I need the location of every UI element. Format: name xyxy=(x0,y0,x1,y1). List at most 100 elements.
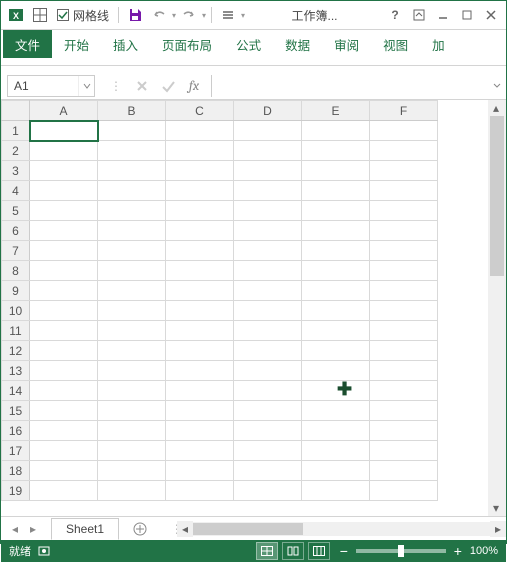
row-header[interactable]: 2 xyxy=(2,141,30,161)
cell[interactable] xyxy=(30,321,98,341)
row-header[interactable]: 4 xyxy=(2,181,30,201)
cell[interactable] xyxy=(302,321,370,341)
cell[interactable] xyxy=(370,421,438,441)
row-header[interactable]: 10 xyxy=(2,301,30,321)
row-header[interactable]: 11 xyxy=(2,321,30,341)
col-header[interactable]: A xyxy=(30,101,98,121)
enter-icon[interactable] xyxy=(157,75,179,97)
cell[interactable] xyxy=(166,221,234,241)
cell[interactable] xyxy=(98,461,166,481)
scroll-thumb[interactable] xyxy=(490,116,504,276)
cell[interactable] xyxy=(30,281,98,301)
cell[interactable] xyxy=(302,341,370,361)
cell[interactable] xyxy=(98,421,166,441)
sheet-tab[interactable]: Sheet1 xyxy=(51,518,119,540)
fx-button[interactable]: fx xyxy=(183,75,205,97)
scroll-track[interactable] xyxy=(193,522,490,536)
cell[interactable] xyxy=(30,301,98,321)
gridlines-checkbox[interactable]: 网格线 xyxy=(53,7,113,24)
cell[interactable] xyxy=(30,201,98,221)
cell[interactable] xyxy=(166,481,234,501)
cell[interactable] xyxy=(166,201,234,221)
tab-home[interactable]: 开始 xyxy=(52,30,101,58)
save-button[interactable] xyxy=(124,4,146,26)
cell[interactable] xyxy=(30,401,98,421)
cell[interactable] xyxy=(166,261,234,281)
help-button[interactable]: ? xyxy=(384,4,406,26)
cell[interactable] xyxy=(302,401,370,421)
scroll-thumb[interactable] xyxy=(193,523,303,535)
dots-icon[interactable]: ⋮ xyxy=(105,75,127,97)
cell[interactable] xyxy=(234,321,302,341)
spreadsheet-grid[interactable]: A B C D E F 1 2 3 4 5 6 7 8 9 10 11 12 1… xyxy=(1,100,438,501)
zoom-level[interactable]: 100% xyxy=(470,545,498,557)
zoom-thumb[interactable] xyxy=(398,545,404,557)
cell[interactable] xyxy=(370,321,438,341)
cell[interactable] xyxy=(234,481,302,501)
sheet-nav-prev[interactable]: ◂ xyxy=(7,521,23,537)
cell[interactable] xyxy=(302,121,370,141)
cell[interactable] xyxy=(30,421,98,441)
cancel-icon[interactable] xyxy=(131,75,153,97)
name-box-dropdown[interactable] xyxy=(78,76,94,96)
cell[interactable] xyxy=(302,161,370,181)
row-header[interactable]: 1 xyxy=(2,121,30,141)
cell[interactable] xyxy=(30,141,98,161)
row-header[interactable]: 8 xyxy=(2,261,30,281)
row-header[interactable]: 17 xyxy=(2,441,30,461)
cell[interactable] xyxy=(98,121,166,141)
excel-icon[interactable]: X xyxy=(5,4,27,26)
maximize-button[interactable] xyxy=(456,4,478,26)
cell[interactable] xyxy=(234,141,302,161)
row-header[interactable]: 18 xyxy=(2,461,30,481)
cell[interactable] xyxy=(234,401,302,421)
tab-view[interactable]: 视图 xyxy=(371,30,420,58)
cell[interactable] xyxy=(234,441,302,461)
cell[interactable] xyxy=(30,441,98,461)
col-header[interactable]: B xyxy=(98,101,166,121)
cell[interactable] xyxy=(370,461,438,481)
cell[interactable] xyxy=(166,281,234,301)
cell[interactable] xyxy=(166,141,234,161)
row-header[interactable]: 3 xyxy=(2,161,30,181)
cell[interactable] xyxy=(30,481,98,501)
scroll-up-button[interactable]: ▴ xyxy=(488,100,504,116)
cell[interactable] xyxy=(166,121,234,141)
tab-review[interactable]: 审阅 xyxy=(322,30,371,58)
cell[interactable] xyxy=(370,161,438,181)
zoom-out-button[interactable]: − xyxy=(338,543,350,559)
cell[interactable] xyxy=(30,181,98,201)
cell[interactable] xyxy=(370,301,438,321)
cell[interactable] xyxy=(30,341,98,361)
sheet-nav-next[interactable]: ▸ xyxy=(25,521,41,537)
cell[interactable] xyxy=(370,341,438,361)
cell[interactable] xyxy=(30,361,98,381)
normal-view-button[interactable] xyxy=(256,542,278,560)
cell[interactable] xyxy=(30,161,98,181)
new-sheet-button[interactable] xyxy=(129,518,151,540)
cell[interactable] xyxy=(166,321,234,341)
cell[interactable] xyxy=(370,241,438,261)
cell[interactable] xyxy=(302,221,370,241)
cell[interactable] xyxy=(234,301,302,321)
formula-input[interactable] xyxy=(211,75,488,97)
redo-button[interactable] xyxy=(178,4,200,26)
cell[interactable] xyxy=(30,121,98,141)
cell[interactable] xyxy=(30,381,98,401)
tab-formulas[interactable]: 公式 xyxy=(224,30,273,58)
cell[interactable] xyxy=(302,261,370,281)
tab-layout[interactable]: 页面布局 xyxy=(150,30,224,58)
tab-file[interactable]: 文件 xyxy=(3,30,52,58)
cell[interactable] xyxy=(370,441,438,461)
cell[interactable] xyxy=(98,181,166,201)
cell[interactable] xyxy=(370,381,438,401)
row-header[interactable]: 13 xyxy=(2,361,30,381)
cell[interactable] xyxy=(234,341,302,361)
cell[interactable] xyxy=(98,321,166,341)
cell[interactable] xyxy=(166,421,234,441)
cell[interactable] xyxy=(234,281,302,301)
cell[interactable] xyxy=(166,461,234,481)
cell[interactable] xyxy=(98,301,166,321)
row-header[interactable]: 19 xyxy=(2,481,30,501)
cell[interactable] xyxy=(98,261,166,281)
